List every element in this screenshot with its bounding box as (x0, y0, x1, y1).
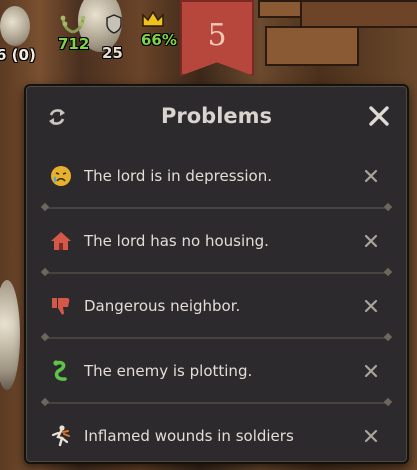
close-icon (364, 234, 378, 247)
problem-label: Inflamed wounds in soldiers (84, 426, 294, 445)
problems-panel: Problems The lord is in depression. The … (24, 84, 409, 464)
close-icon (364, 169, 378, 182)
crying-face-icon (48, 163, 74, 189)
background-plank (300, 0, 417, 28)
dismiss-button[interactable] (359, 164, 383, 188)
dismiss-button[interactable] (359, 229, 383, 253)
shield-icon (106, 14, 122, 34)
snake-icon (48, 358, 74, 384)
dismiss-button[interactable] (359, 294, 383, 318)
thumbs-down-icon (48, 293, 74, 319)
problem-label: Dangerous neighbor. (84, 296, 241, 315)
shield-value: 25 (102, 44, 123, 62)
close-icon (369, 106, 389, 126)
problem-row-housing[interactable]: The lord has no housing. (44, 209, 389, 272)
turn-number: 5 (207, 18, 227, 53)
close-icon (364, 429, 378, 442)
close-button[interactable] (365, 102, 393, 130)
close-icon (364, 364, 378, 377)
dismiss-button[interactable] (359, 424, 383, 448)
problem-label: The enemy is plotting. (84, 361, 253, 380)
problem-row-depression[interactable]: The lord is in depression. (44, 144, 389, 207)
close-icon (364, 299, 378, 312)
problem-label: The lord has no housing. (84, 231, 269, 250)
loyalty-value: 712 (58, 35, 90, 53)
laurel-icon (60, 15, 86, 34)
background-plank (265, 26, 359, 66)
panel-title: Problems (160, 104, 273, 128)
problem-label: The lord is in depression. (84, 166, 272, 185)
background-figure (0, 6, 30, 46)
wounded-soldier-icon (48, 423, 74, 449)
problem-row-plotting[interactable]: The enemy is plotting. (44, 339, 389, 402)
background-plank (258, 0, 302, 18)
crown-icon (142, 10, 164, 27)
problem-row-neighbor[interactable]: Dangerous neighbor. (44, 274, 389, 337)
dismiss-button[interactable] (359, 359, 383, 383)
problem-row-wounds[interactable]: Inflamed wounds in soldiers (44, 404, 389, 467)
house-icon (48, 228, 74, 254)
population-count: 6 (0) (0, 46, 36, 64)
game-screen: 6 (0) 712 25 66% 5 Problems The lord is … (0, 0, 417, 470)
problems-list: The lord is in depression. The lord has … (44, 144, 389, 467)
approval-value: 66% (141, 31, 177, 49)
